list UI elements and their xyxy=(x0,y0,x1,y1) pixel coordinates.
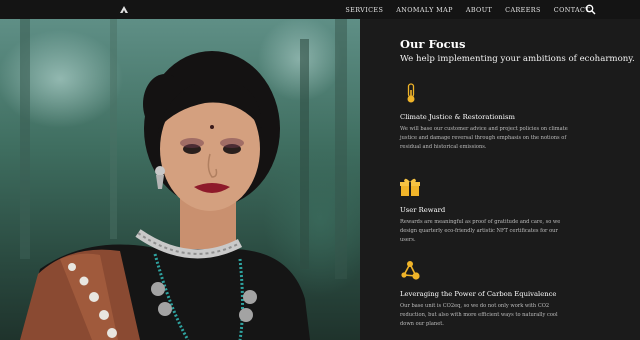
feature-title-climate-justice: Climate Justice & Restorationism xyxy=(400,113,515,121)
feature-title-user-reward: User Reward xyxy=(400,206,446,214)
feature-text-user-reward: Rewards are meaningful as proof of grati… xyxy=(400,219,561,243)
thermometer-icon xyxy=(407,83,415,103)
nav-item-careers[interactable]: CAREERS xyxy=(505,6,541,14)
main-nav: SERVICES ANOMALY MAP ABOUT CAREERS CONTA… xyxy=(345,0,590,19)
feature-text-carbon-equivalence: Our base unit is CO2eq, so we do not onl… xyxy=(400,303,558,327)
nav-item-anomaly-map[interactable]: ANOMALY MAP xyxy=(396,6,453,14)
top-navigation-bar: SERVICES ANOMALY MAP ABOUT CAREERS CONTA… xyxy=(0,0,640,19)
network-icon xyxy=(401,261,420,280)
search-icon[interactable] xyxy=(585,4,596,15)
feature-text-climate-justice: We will base our customer advice and pro… xyxy=(400,126,568,150)
portrait-illustration xyxy=(20,19,347,340)
hero-photo xyxy=(0,19,360,340)
focus-title: Our Focus xyxy=(400,37,466,51)
focus-subtitle: We help implementing your ambitions of e… xyxy=(400,54,635,64)
nav-item-about[interactable]: ABOUT xyxy=(466,6,492,14)
feature-title-carbon-equivalence: Leveraging the Power of Carbon Equivalen… xyxy=(400,290,557,298)
nav-item-services[interactable]: SERVICES xyxy=(345,6,383,14)
gift-icon xyxy=(400,178,420,196)
logo-icon[interactable] xyxy=(118,3,130,15)
